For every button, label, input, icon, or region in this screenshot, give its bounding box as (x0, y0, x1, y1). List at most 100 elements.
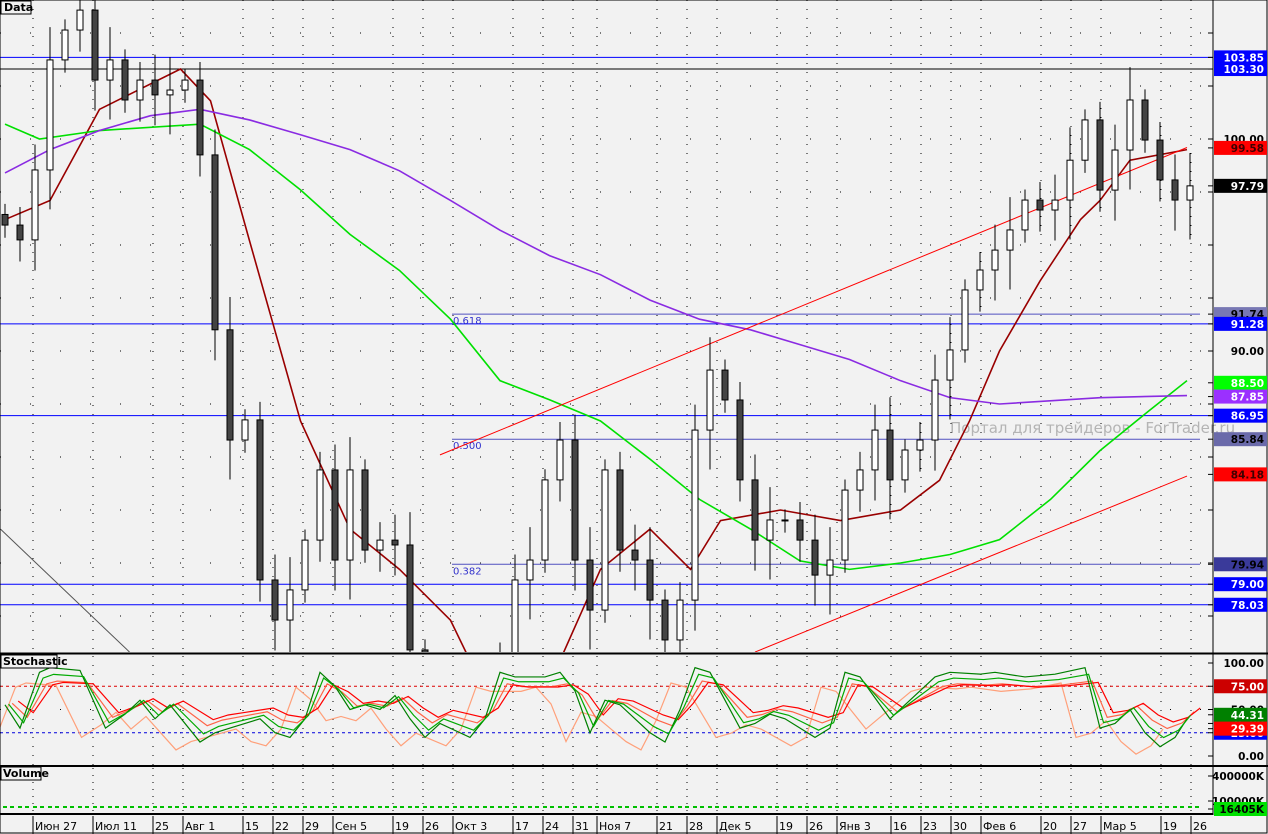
volume-bar (715, 806, 719, 808)
volume-bar (1015, 806, 1019, 808)
volume-bar (468, 806, 472, 808)
volume-bar (985, 806, 989, 808)
candle-body (106, 59, 114, 81)
candle-body (796, 519, 804, 541)
volume-bar (573, 806, 577, 808)
date-label: Окт 3 (455, 820, 487, 833)
date-label: 19 (1163, 820, 1177, 833)
volume-bar (1053, 806, 1057, 808)
volume-bar (648, 806, 652, 808)
volume-bar (400, 806, 404, 808)
date-label: 17 (515, 820, 529, 833)
watermark: Портал для трейдеров - ForTrader.ru (950, 419, 1235, 437)
volume-bar (565, 806, 569, 808)
candle-body (316, 469, 324, 541)
volume-bar (655, 806, 659, 808)
date-label: 27 (1073, 820, 1087, 833)
volume-bar (145, 806, 149, 808)
volume-bar (1090, 806, 1094, 808)
volume-bar (535, 806, 539, 808)
volume-bar (228, 806, 232, 808)
candle-body (526, 559, 534, 581)
volume-bar (243, 806, 247, 808)
volume-bar (295, 806, 299, 808)
candle-body (706, 369, 714, 431)
volume-bar (798, 806, 802, 808)
candle-body (76, 9, 84, 31)
stochastic-axis-label: 100.00 (1223, 658, 1264, 670)
volume-bar (768, 806, 772, 808)
date-label: Сен 5 (335, 820, 367, 833)
volume-bar (633, 806, 637, 808)
volume-bar (723, 806, 727, 808)
date-label: 26 (809, 820, 823, 833)
candle-body (841, 489, 849, 561)
fibonacci-label: 0.500 (453, 441, 482, 452)
volume-bar (1150, 806, 1154, 808)
candle-body (46, 59, 54, 171)
volume-bar (460, 806, 464, 808)
volume-bar (490, 806, 494, 808)
volume-bar (115, 806, 119, 808)
candle-body (166, 89, 174, 96)
volume-bar (888, 806, 892, 808)
stochastic-axis-label: 29.39 (1231, 724, 1264, 736)
volume-bar (873, 806, 877, 808)
date-label: Фев 6 (983, 820, 1016, 833)
volume-bar (1143, 806, 1147, 808)
volume-bar (355, 806, 359, 808)
volume-bar (138, 806, 142, 808)
candle-body (1186, 185, 1194, 201)
volume-bar (1030, 806, 1034, 808)
candle-body (961, 289, 969, 351)
volume-bar (445, 806, 449, 808)
volume-axis-label: 400000K (1212, 771, 1265, 783)
price-axis-label: 88.50 (1231, 378, 1264, 390)
date-label: 19 (395, 820, 409, 833)
candle-body (571, 439, 579, 561)
price-chart[interactable]: Портал для трейдеров - ForTrader.ru 0.61… (0, 0, 1268, 834)
candle-body (691, 429, 699, 601)
volume-bar (925, 806, 929, 808)
volume-bar (258, 806, 262, 808)
volume-bar (183, 806, 187, 808)
candle-body (916, 439, 924, 451)
candle-body (1066, 159, 1074, 201)
date-label: 30 (953, 820, 967, 833)
volume-bar (625, 806, 629, 808)
candle-body (586, 559, 594, 611)
volume-bar (903, 806, 907, 808)
volume-bar (550, 806, 554, 808)
price-axis-label: 97.79 (1231, 181, 1264, 193)
volume-bar (63, 806, 67, 808)
price-axis-label: 99.58 (1231, 143, 1264, 155)
volume-bar (940, 806, 944, 808)
candle-body (721, 369, 729, 401)
stochastic-axis-label: 0.00 (1238, 751, 1264, 763)
panel-title-stochastic: Stochastic (3, 655, 68, 668)
volume-bar (580, 806, 584, 808)
candle-body (121, 59, 129, 101)
volume-bar (1188, 806, 1192, 808)
volume-bar (1128, 806, 1132, 808)
volume-bar (33, 806, 37, 808)
volume-bar (333, 806, 337, 808)
date-label: Авг 1 (185, 820, 215, 833)
volume-bar (738, 806, 742, 808)
volume-bar (438, 806, 442, 808)
candle-body (286, 589, 294, 621)
candle-body (151, 79, 159, 96)
date-label: 22 (275, 820, 289, 833)
volume-bar (640, 806, 644, 808)
volume-bar (1105, 806, 1109, 808)
candle-body (226, 329, 234, 441)
volume-bar (325, 806, 329, 808)
volume-bar (805, 806, 809, 808)
volume-bar (880, 806, 884, 808)
candle-body (361, 469, 369, 551)
candle-body (826, 559, 834, 576)
candle-body (136, 79, 144, 101)
volume-bar (175, 806, 179, 808)
volume-bar (70, 806, 74, 808)
volume-bar (1083, 806, 1087, 808)
